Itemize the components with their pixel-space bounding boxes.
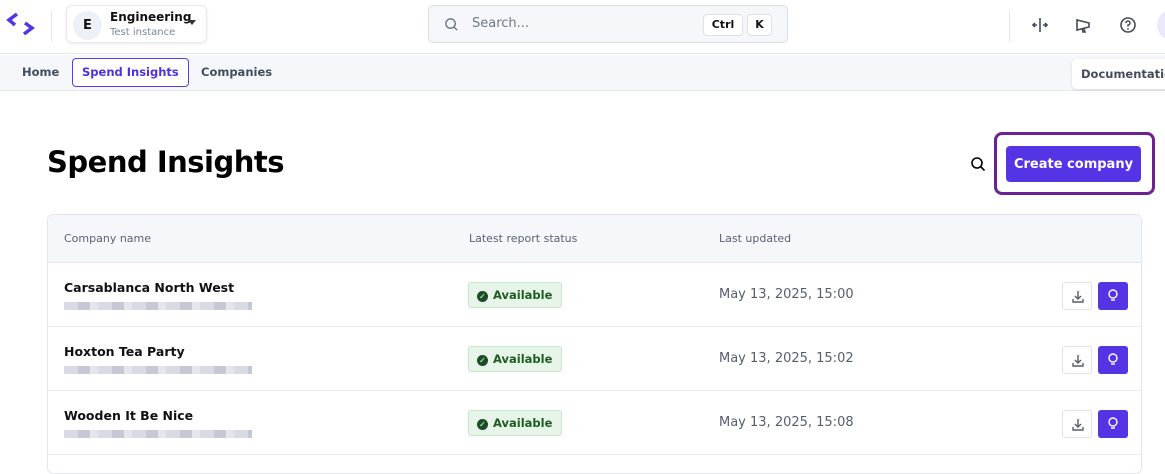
search-placeholder: Search... [472,16,530,31]
table-row[interactable]: Wooden It Be Nice ✓ Available May 13, 202… [48,391,1141,455]
help-icon[interactable] [1118,15,1138,35]
divider [51,10,52,42]
table-row[interactable]: Carsablanca North West ✓ Available May 13… [48,263,1141,327]
page-title: Spend Insights [47,145,284,179]
status-badge: ✓ Available [468,346,563,372]
tab-home[interactable]: Home [12,58,69,87]
last-updated: May 13, 2025, 15:08 [719,415,854,430]
lightbulb-icon [1108,353,1118,365]
shortcut-key-ctrl: Ctrl [703,14,743,36]
documentation-button[interactable]: Documentation [1072,59,1165,89]
download-icon [1072,355,1084,367]
announcement-icon[interactable] [1074,15,1094,35]
insights-button[interactable] [1098,282,1128,310]
column-header-status[interactable]: Latest report status [469,232,577,245]
download-button[interactable] [1062,410,1092,438]
redacted-text [64,430,252,438]
split-view-icon[interactable] [1030,15,1050,35]
search-icon[interactable] [969,155,987,173]
status-badge: ✓ Available [468,282,563,308]
lightbulb-icon [1108,289,1118,301]
status-text: Available [493,416,553,430]
create-company-button[interactable]: Create company [1006,146,1141,182]
company-name[interactable]: Carsablanca North West [64,280,234,295]
divider [1009,10,1010,42]
download-button[interactable] [1062,346,1092,374]
search-icon [445,18,458,31]
lightbulb-icon [1108,417,1118,429]
org-avatar: E [73,11,102,40]
last-updated: May 13, 2025, 15:00 [719,287,854,302]
org-switcher[interactable]: E Engineering Test instance [66,5,207,43]
top-bar: E Engineering Test instance Search... Ct… [0,0,1165,54]
company-name[interactable]: Hoxton Tea Party [64,344,185,359]
check-circle-icon: ✓ [477,291,488,302]
caret-down-icon [188,20,196,25]
redacted-text [64,366,252,374]
column-header-company-name[interactable]: Company name [64,232,151,245]
download-icon [1072,419,1084,431]
insights-button[interactable] [1098,346,1128,374]
table-row[interactable]: Hoxton Tea Party ✓ Available May 13, 2025… [48,327,1141,391]
download-icon [1072,291,1084,303]
org-name: Engineering [110,10,192,24]
shortcut-key-k: K [747,14,772,36]
last-updated: May 13, 2025, 15:02 [719,351,854,366]
avatar[interactable] [1157,10,1165,40]
check-circle-icon: ✓ [477,355,488,366]
tab-spend-insights[interactable]: Spend Insights [72,58,189,87]
table-header: Company name Latest report status Last u… [48,215,1141,263]
status-badge: ✓ Available [468,410,563,436]
insights-button[interactable] [1098,410,1128,438]
company-name[interactable]: Wooden It Be Nice [64,408,193,423]
column-header-last-updated[interactable]: Last updated [719,232,791,245]
org-subtitle: Test instance [110,27,176,38]
logo-icon[interactable] [6,10,36,40]
status-text: Available [493,288,553,302]
nav-bar: Home Spend Insights Companies Documentat… [0,55,1165,91]
status-text: Available [493,352,553,366]
companies-table: Company name Latest report status Last u… [47,214,1142,474]
download-button[interactable] [1062,282,1092,310]
redacted-text [64,302,252,310]
check-circle-icon: ✓ [477,419,488,430]
search-input[interactable]: Search... Ctrl K [428,5,788,43]
tab-companies[interactable]: Companies [191,58,282,87]
